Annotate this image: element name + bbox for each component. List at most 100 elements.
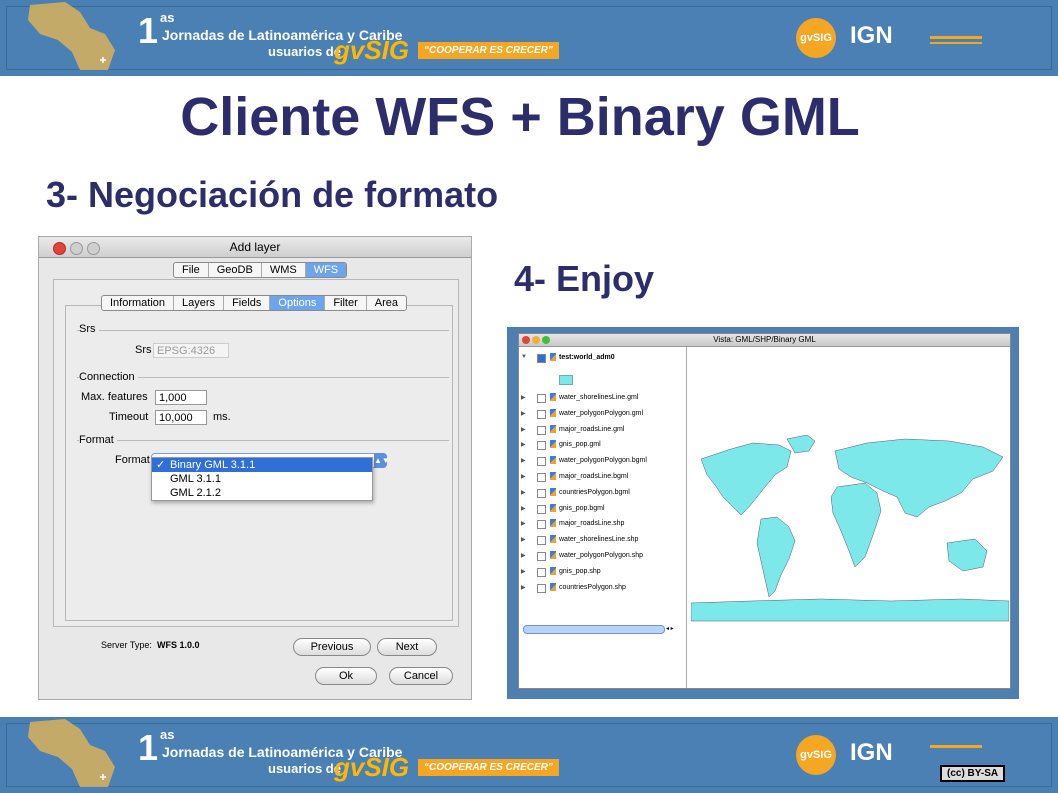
tab-geodb[interactable]: GeoDB — [209, 263, 262, 277]
zoom-window-button[interactable] — [542, 336, 550, 344]
antarctica-shape — [690, 598, 1010, 622]
layer-icon — [550, 566, 556, 575]
expand-right-icon[interactable]: ▶ — [521, 536, 526, 543]
max-features-field[interactable]: 1,000 — [155, 390, 207, 405]
gvsig-logo: gvSIG — [796, 18, 836, 58]
layer-name: gnis_pop.shp — [559, 567, 601, 575]
ign-logo: IGN — [850, 22, 893, 49]
ok-button[interactable]: Ok — [315, 667, 377, 685]
layer-symbol-swatch — [559, 375, 573, 385]
timeout-field[interactable]: 10,000 — [155, 410, 207, 425]
layer-checkbox[interactable] — [537, 536, 546, 546]
close-window-button[interactable] — [53, 242, 66, 255]
layer-checkbox[interactable] — [537, 457, 546, 467]
layer-checkbox[interactable] — [537, 409, 546, 419]
expand-right-icon[interactable]: ▶ — [521, 410, 526, 417]
format-option-gml-212[interactable]: GML 2.1.2 — [152, 486, 372, 500]
event-slogan: “COOPERAR ES CRECER” — [418, 42, 559, 59]
layer-name: gnis_pop.gml — [559, 441, 601, 449]
gvsig-screenshot: Vista: GML/SHP/Binary GML ▼ test:world_a… — [507, 327, 1019, 699]
layer-checkbox[interactable] — [537, 425, 546, 435]
expand-right-icon[interactable]: ▶ — [521, 568, 526, 575]
scroll-arrows-icon[interactable]: ◂ ▸ — [666, 625, 674, 632]
layer-icon — [550, 487, 556, 496]
layer-checkbox[interactable] — [537, 504, 546, 514]
layer-checkbox[interactable] — [537, 567, 546, 577]
layer-checkbox[interactable] — [537, 441, 546, 451]
expand-right-icon[interactable]: ▶ — [521, 584, 526, 591]
layer-name: water_polygonPolygon.gml — [559, 409, 644, 417]
layer-checkbox[interactable] — [537, 354, 546, 363]
expand-right-icon[interactable]: ▶ — [521, 489, 526, 496]
expand-right-icon[interactable]: ▶ — [521, 552, 526, 559]
layer-name: countriesPolygon.shp — [559, 583, 626, 591]
chevron-updown-icon[interactable]: ▲▼ — [374, 453, 390, 468]
expand-right-icon[interactable]: ▶ — [521, 394, 526, 401]
format-label: Format — [115, 454, 150, 466]
add-layer-dialog: Add layer File GeoDB WMS WFS Information… — [38, 236, 472, 700]
expand-right-icon[interactable]: ▶ — [521, 426, 526, 433]
minimize-window-button[interactable] — [532, 336, 540, 344]
format-option-binary-gml-311[interactable]: ✓ Binary GML 3.1.1 — [152, 458, 372, 472]
greenland-shape — [786, 434, 816, 454]
srs-field[interactable]: EPSG:4326 — [153, 343, 229, 358]
format-option-gml-311[interactable]: GML 3.1.1 — [152, 472, 372, 486]
srs-group: Srs — [77, 323, 449, 335]
expand-right-icon[interactable]: ▶ — [521, 505, 526, 512]
tab-options[interactable]: Options — [270, 296, 326, 310]
layer-icon — [550, 472, 556, 480]
expand-right-icon[interactable]: ▶ — [521, 441, 526, 448]
expand-down-icon[interactable]: ▼ — [521, 354, 527, 360]
zoom-window-button[interactable] — [87, 242, 100, 255]
decorative-stripe — [930, 745, 982, 748]
layer-icon — [550, 519, 556, 528]
edition-number: 1 — [138, 727, 159, 768]
event-slogan: “COOPERAR ES CRECER” — [418, 759, 559, 776]
layer-icon — [550, 456, 556, 465]
gvsig-wordmark: gvSIG — [334, 752, 410, 782]
layer-checkbox[interactable] — [537, 394, 546, 403]
cancel-button[interactable]: Cancel — [389, 667, 453, 685]
connection-group: Connection — [77, 371, 449, 383]
cc-license-badge[interactable]: (cc) BY-SA — [940, 765, 1006, 782]
tab-fields[interactable]: Fields — [224, 296, 271, 310]
max-features-label: Max. features — [81, 391, 148, 403]
check-icon: ✓ — [156, 459, 166, 471]
close-window-button[interactable] — [522, 336, 530, 344]
tab-wms[interactable]: WMS — [262, 263, 306, 277]
tab-wfs[interactable]: WFS — [305, 263, 347, 277]
australia-shape — [946, 538, 988, 572]
layer-icon — [550, 424, 556, 433]
tab-area[interactable]: Area — [367, 296, 406, 310]
progress-bar — [523, 625, 665, 634]
format-group-label: Format — [79, 434, 117, 446]
map-view[interactable] — [690, 347, 1010, 688]
srs-label: Srs — [135, 344, 152, 356]
minimize-window-button[interactable] — [70, 242, 83, 255]
layer-checkbox[interactable] — [537, 473, 546, 482]
expand-right-icon[interactable]: ▶ — [521, 520, 526, 527]
gvsig-view-window: Vista: GML/SHP/Binary GML ▼ test:world_a… — [518, 333, 1011, 689]
layer-checkbox[interactable] — [537, 583, 546, 593]
layer-icon — [550, 551, 556, 559]
layer-name: water_shorelinesLine.gml — [559, 394, 639, 401]
next-button[interactable]: Next — [377, 638, 437, 656]
expand-right-icon[interactable]: ▶ — [521, 473, 526, 480]
tab-filter[interactable]: Filter — [325, 296, 367, 310]
tab-layers[interactable]: Layers — [174, 296, 225, 310]
timeout-label: Timeout — [109, 411, 149, 423]
layer-name: water_shorelinesLine.shp — [559, 536, 639, 544]
tab-file[interactable]: File — [174, 263, 209, 277]
server-type-label: Server Type: — [101, 640, 152, 650]
latin-america-map-icon — [28, 719, 115, 787]
layer-checkbox[interactable] — [537, 488, 546, 498]
layer-checkbox[interactable] — [537, 520, 546, 530]
layer-checkbox[interactable] — [537, 552, 546, 561]
previous-button[interactable]: Previous — [293, 638, 371, 656]
north-america-shape — [700, 442, 792, 516]
layer-icon — [550, 440, 556, 449]
latin-america-map-icon — [28, 2, 115, 70]
expand-right-icon[interactable]: ▶ — [521, 457, 526, 464]
tab-information[interactable]: Information — [102, 296, 175, 310]
timeout-unit: ms. — [213, 411, 231, 423]
